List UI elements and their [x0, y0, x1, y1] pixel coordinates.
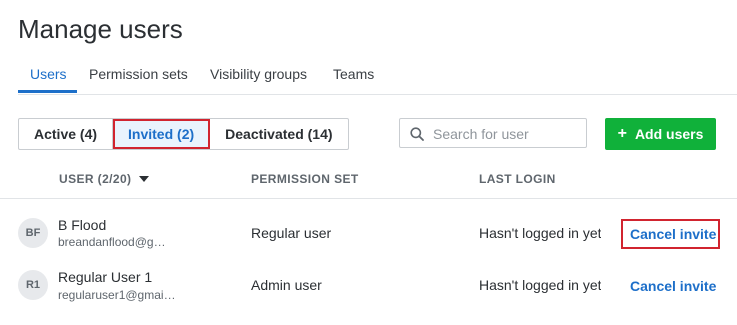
tab-teams[interactable]: Teams [333, 66, 374, 82]
table-row: R1 Regular User 1 regularuser1@gmai… Adm… [0, 258, 737, 310]
page-title: Manage users [18, 14, 183, 44]
user-email: breandanflood@g… [58, 235, 166, 249]
column-header-user[interactable]: USER (2/20) [59, 172, 150, 186]
avatar: BF [18, 218, 48, 248]
filter-deactivated-button[interactable]: Deactivated (14) [210, 119, 347, 149]
tab-bar: Users Permission sets Visibility groups … [18, 58, 737, 95]
last-login-value: Hasn't logged in yet [479, 277, 601, 293]
plus-icon: + [617, 125, 627, 142]
avatar: R1 [18, 270, 48, 300]
column-header-user-label: USER (2/20) [59, 172, 132, 186]
permission-set-value: Admin user [251, 277, 322, 293]
search-icon [410, 127, 424, 141]
search-box [399, 118, 587, 148]
user-name: Regular User 1 [58, 269, 153, 285]
highlight-box [621, 219, 720, 249]
add-users-label: Add users [634, 126, 704, 142]
sort-caret-icon [139, 176, 150, 182]
user-email: regularuser1@gmai… [58, 288, 176, 302]
filter-invited-button[interactable]: Invited (2) [113, 119, 211, 149]
last-login-value: Hasn't logged in yet [479, 225, 601, 241]
cancel-invite-button[interactable]: Cancel invite [630, 278, 716, 294]
add-users-button[interactable]: + Add users [605, 118, 716, 150]
permission-set-value: Regular user [251, 225, 332, 241]
tab-users[interactable]: Users [30, 66, 67, 82]
active-tab-indicator [18, 90, 77, 93]
column-header-permission-set: PERMISSION SET [251, 172, 359, 186]
table-header: USER (2/20) PERMISSION SET LAST LOGIN [0, 160, 737, 199]
tab-visibility-groups[interactable]: Visibility groups [210, 66, 307, 82]
user-name: B Flood [58, 217, 107, 233]
column-header-last-login: LAST LOGIN [479, 172, 556, 186]
status-filter-group: Active (4) Invited (2) Deactivated (14) [18, 118, 349, 150]
search-input[interactable] [431, 124, 585, 144]
filter-active-button[interactable]: Active (4) [19, 119, 114, 149]
table-row: BF B Flood breandanflood@g… Regular user… [0, 206, 737, 258]
tab-permission-sets[interactable]: Permission sets [89, 66, 188, 82]
